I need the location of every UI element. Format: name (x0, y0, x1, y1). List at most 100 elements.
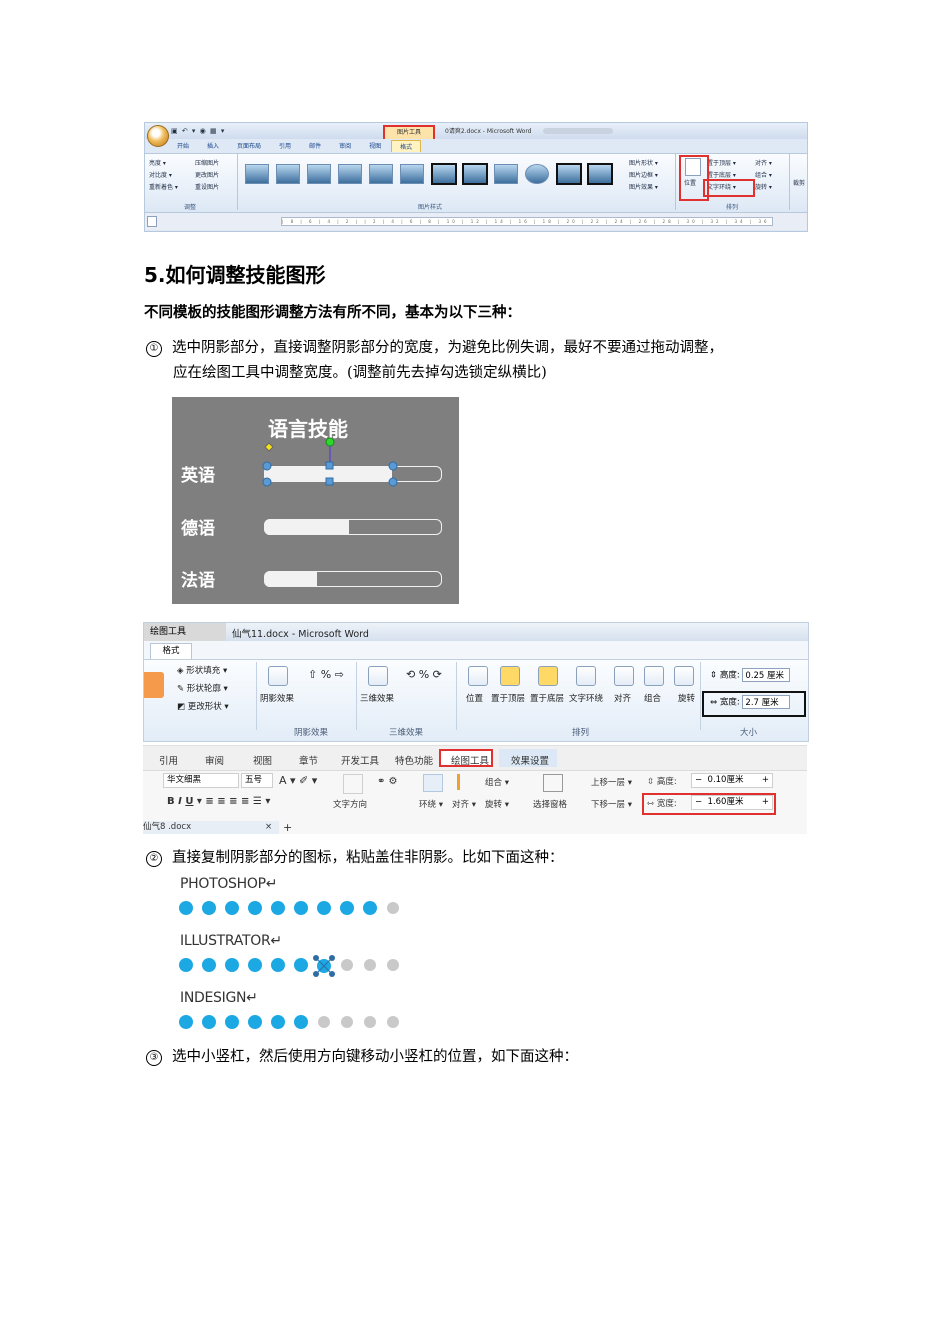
tab-page-layout[interactable]: 页面布局 (229, 140, 269, 152)
shape-outline-label: 形状轮廓 ▾ (186, 684, 228, 694)
wrap-button[interactable]: 环绕 ▾ (419, 798, 443, 810)
resize-handle-icon[interactable] (325, 461, 334, 470)
tab-features[interactable]: 特色功能 (395, 753, 433, 767)
picture-style-thumb[interactable] (494, 164, 518, 184)
adjust-handle-icon[interactable] (264, 442, 274, 452)
height-input[interactable]: − 0.10厘米 + (691, 773, 773, 788)
picture-style-thumb[interactable] (525, 164, 549, 184)
tab-effects[interactable]: 效果设置 (511, 753, 549, 767)
tab-references[interactable]: 引用 (159, 753, 178, 767)
tab-selector-icon[interactable] (147, 216, 157, 227)
picture-style-thumb[interactable] (462, 163, 488, 185)
3d-effect-button[interactable]: 三维效果 (360, 692, 394, 704)
close-icon[interactable]: × (265, 821, 272, 834)
picture-border-button[interactable]: 图片边框 ▾ (629, 170, 658, 179)
send-backward-button[interactable]: 下移一层 ▾ (591, 798, 632, 810)
tab-mailings[interactable]: 邮件 (301, 140, 329, 152)
contrast-button[interactable]: 对比度 ▾ (149, 170, 172, 179)
height-increment-icon[interactable]: + (762, 774, 772, 787)
tab-view[interactable]: 视图 (361, 140, 389, 152)
align-button[interactable]: 对齐 ▾ (755, 158, 772, 167)
align-button[interactable]: 对齐 ▾ (452, 798, 476, 810)
send-to-back-button[interactable]: 置于底层 ▾ (707, 170, 736, 179)
picture-style-thumb[interactable] (369, 164, 393, 184)
change-shape-button[interactable]: ◩ 更改形状 ▾ (177, 700, 229, 712)
tab-format[interactable]: 格式 (391, 140, 422, 152)
group-button[interactable]: 组合 ▾ (485, 776, 509, 788)
resize-handle-icon[interactable] (388, 461, 398, 471)
rotate-button[interactable]: 旋转 ▾ (485, 798, 509, 810)
drawing-tools-context-tab[interactable]: 绘图工具 (144, 623, 226, 641)
bring-to-front-button[interactable]: 置于顶层 (491, 692, 525, 704)
link-icons[interactable]: ⚭ ⚙ (377, 776, 398, 787)
shape-fill-button[interactable]: ◈ 形状填充 ▾ (177, 664, 227, 676)
rotate-button[interactable]: 旋转 ▾ (755, 182, 772, 191)
font-size-select[interactable]: 五号 (241, 773, 273, 788)
picture-tools-context-tab[interactable]: 图片工具 (383, 125, 435, 139)
selection-pane-button[interactable]: 选择窗格 (533, 798, 567, 810)
shadow-nudge-icons[interactable]: ⇧ % ⇨ (308, 668, 344, 681)
bring-forward-button[interactable]: 上移一层 ▾ (591, 776, 632, 788)
resize-handle-icon[interactable] (262, 461, 272, 471)
shape-outline-button[interactable]: ✎ 形状轮廓 ▾ (177, 682, 228, 694)
compress-pictures-button[interactable]: 压缩图片 (195, 158, 219, 167)
group-button[interactable]: 组合 (644, 692, 661, 704)
tab-view[interactable]: 视图 (253, 753, 272, 767)
text-format-icons[interactable]: B I U ▾ ≡ ≡ ≡ ≡ ☰ ▾ (167, 796, 270, 807)
screenshot-wps-drawing-tools: 引用 审阅 视图 章节 开发工具 特色功能 绘图工具 效果设置 华文细黑 五号 … (143, 745, 807, 834)
font-color-icons[interactable]: A ▾ ✐ ▾ (279, 774, 317, 787)
resize-handle-icon[interactable] (262, 477, 272, 487)
picture-style-thumb[interactable] (400, 164, 424, 184)
ruler-bar[interactable]: | 8 | 6 | 4 | 2 | | 2 | 4 | 6 | 8 | 10 |… (281, 217, 773, 226)
send-to-back-button[interactable]: 置于底层 (530, 692, 564, 704)
bring-to-front-button[interactable]: 置于顶层 ▾ (707, 158, 736, 167)
align-button[interactable]: 对齐 (614, 692, 631, 704)
tab-review[interactable]: 审阅 (331, 140, 359, 152)
picture-style-thumb[interactable] (556, 163, 582, 185)
group-button[interactable]: 组合 ▾ (755, 170, 772, 179)
quick-access-toolbar[interactable]: ▣ ↶ ▾ ◉ ▦ ▾ (171, 127, 225, 135)
3d-tilt-icons[interactable]: ⟲ % ⟳ (406, 668, 442, 681)
tab-home[interactable]: 开始 (169, 140, 197, 152)
crop-button[interactable]: 裁剪 (793, 178, 805, 187)
tab-references[interactable]: 引用 (271, 140, 299, 152)
picture-shape-button[interactable]: 图片形状 ▾ (629, 158, 658, 167)
picture-style-thumb[interactable] (307, 164, 331, 184)
office-button[interactable] (147, 125, 169, 147)
tab-review[interactable]: 审阅 (205, 753, 224, 767)
text-direction-button[interactable]: 文字方向 (333, 798, 367, 810)
resize-handle-icon[interactable] (325, 477, 334, 486)
resize-handle-icon[interactable] (388, 477, 398, 487)
position-button[interactable]: 位置 (466, 692, 483, 704)
picture-style-thumb[interactable] (431, 163, 457, 185)
picture-style-thumb[interactable] (587, 163, 613, 185)
selected-dot-marker[interactable] (312, 954, 336, 978)
tab-insert[interactable]: 插入 (199, 140, 227, 152)
brightness-button[interactable]: 亮度 ▾ (149, 158, 166, 167)
font-name-select[interactable]: 华文细黑 (163, 773, 239, 788)
text-wrap-button[interactable]: 文字环绕 (569, 692, 603, 704)
picture-style-thumb[interactable] (338, 164, 362, 184)
rotate-button[interactable]: 旋转 (678, 692, 695, 704)
dot-skill-title: INDESIGN↵ (180, 990, 258, 1006)
tab-developer[interactable]: 开发工具 (341, 753, 379, 767)
change-picture-button[interactable]: 更改图片 (195, 170, 219, 179)
skill-fill[interactable] (264, 571, 317, 587)
picture-style-thumb[interactable] (245, 164, 269, 184)
tab-format[interactable]: 格式 (150, 643, 192, 659)
height-decrement-icon[interactable]: − (695, 775, 702, 785)
shadow-effect-button[interactable]: 阴影效果 (260, 692, 294, 704)
reset-picture-button[interactable]: 重设图片 (195, 182, 219, 191)
document-tab[interactable]: 仙气8 .docx × (143, 821, 279, 834)
skill-fill[interactable] (264, 519, 349, 535)
rotate-handle-icon[interactable] (325, 437, 335, 447)
shape-style-preview[interactable] (144, 672, 164, 698)
recolor-button[interactable]: 重新着色 ▾ (149, 182, 178, 191)
height-input[interactable]: 0.25 厘米 (742, 668, 791, 682)
new-tab-icon[interactable]: + (283, 821, 292, 834)
picture-style-thumb[interactable] (276, 164, 300, 184)
tab-drawing-tools[interactable]: 绘图工具 (451, 753, 489, 767)
align-icon (614, 666, 634, 686)
picture-effects-button[interactable]: 图片效果 ▾ (629, 182, 658, 191)
tab-chapter[interactable]: 章节 (299, 753, 318, 767)
